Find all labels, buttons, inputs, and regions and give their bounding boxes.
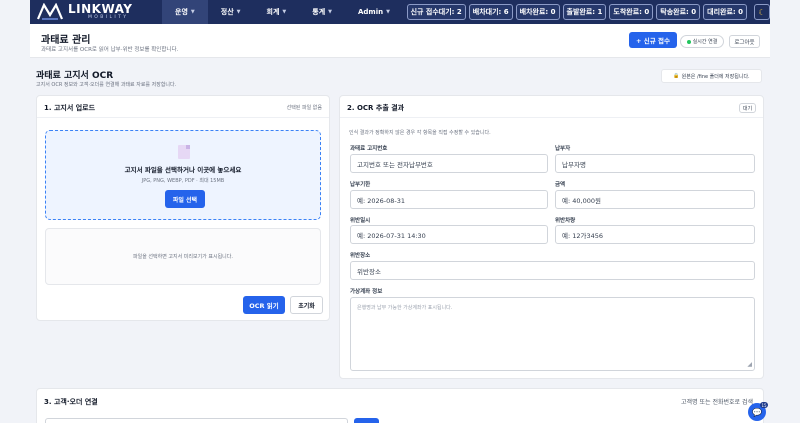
violation-datetime-label: 위반일시 bbox=[350, 218, 371, 224]
choose-file-button[interactable]: 파일 선택 bbox=[165, 190, 205, 208]
counter-new[interactable]: 신규 접수대기: 2 bbox=[406, 4, 466, 20]
link-search-hint: 고객명 또는 전화번호로 검색 bbox=[681, 399, 753, 406]
dropzone-formats: JPG, PNG, WEBP, PDF · 최대 15MB bbox=[141, 178, 225, 184]
ocr-read-button[interactable]: OCR 읽기 bbox=[243, 296, 285, 314]
counter-arrived[interactable]: 도착완료: 0 bbox=[609, 4, 654, 20]
chevron-down-icon: ▼ bbox=[386, 9, 390, 15]
counter-delivery-done[interactable]: 탁송완료: 0 bbox=[656, 4, 701, 20]
chat-icon: 💬 bbox=[752, 407, 762, 417]
lock-icon: 🔒 bbox=[673, 73, 680, 79]
nav-item-statistics[interactable]: 통계 ▼ bbox=[299, 0, 345, 24]
resize-handle-icon[interactable]: ◢ bbox=[747, 361, 752, 368]
ocr-result-card: 2. OCR 추출 결과 대기 인식 결과가 정확하지 않은 경우 각 항목을 … bbox=[339, 95, 764, 379]
amount-input[interactable]: 예: 40,000원 bbox=[555, 190, 755, 209]
section-title: 과태료 고지서 OCR bbox=[36, 71, 114, 81]
nav-item-operations[interactable]: 운영 ▼ bbox=[162, 0, 208, 24]
chevron-down-icon: ▼ bbox=[328, 9, 332, 15]
payer-label: 납부자 bbox=[555, 146, 571, 152]
preview-hint: 파일을 선택하면 고지서 미리보기가 표시됩니다. bbox=[133, 254, 233, 260]
dropzone-title: 고지서 파일을 선택하거나 이곳에 놓으세요 bbox=[124, 166, 242, 174]
nav-item-settlement[interactable]: 정산 ▼ bbox=[208, 0, 254, 24]
main-nav: 운영 ▼ 정산 ▼ 회계 ▼ 통계 ▼ Admin ▼ bbox=[162, 0, 403, 24]
virtual-account-label: 가상계좌 정보 bbox=[350, 289, 383, 295]
notice-no-input[interactable]: 고지번호 또는 전자납부번호 bbox=[350, 154, 548, 173]
notice-no-label: 과태료 고지번호 bbox=[350, 146, 388, 152]
customer-search-input[interactable] bbox=[45, 418, 348, 423]
status-counters: 신규 접수대기: 2 배차대기: 6 배차완료: 0 출발완료: 1 도착완료:… bbox=[406, 4, 747, 20]
top-navbar: LINKWAY MOBILITY 운영 ▼ 정산 ▼ 회계 ▼ 통계 ▼ Admin ▼ … bbox=[30, 0, 770, 24]
preview-area: 파일을 선택하면 고지서 미리보기가 표시됩니다. bbox=[45, 228, 321, 285]
chevron-down-icon: ▼ bbox=[282, 9, 287, 15]
document-icon bbox=[178, 145, 190, 159]
vehicle-input[interactable]: 예: 12가3456 bbox=[555, 225, 755, 244]
save-location-note: 🔒 원본은 /fine 폴더에 저장됩니다. bbox=[661, 69, 762, 83]
ocr-card-title: 2. OCR 추출 결과 bbox=[347, 104, 405, 112]
chevron-down-icon: ▼ bbox=[236, 9, 241, 15]
amount-label: 금액 bbox=[555, 182, 566, 188]
chat-count-badge: 15 bbox=[760, 402, 768, 408]
status-badge: 대기 bbox=[739, 103, 756, 113]
place-input[interactable]: 위반장소 bbox=[350, 261, 755, 280]
customer-order-card: 3. 고객·오더 연결 고객명 또는 전화번호로 검색 bbox=[36, 388, 764, 423]
page-title: 과태료 관리 bbox=[41, 35, 91, 46]
customer-search-button[interactable] bbox=[354, 418, 379, 423]
virtual-account-textarea[interactable]: 은행명과 납부 가능한 가상계좌가 표시됩니다. ◢ bbox=[350, 297, 755, 371]
due-date-label: 납부기한 bbox=[350, 182, 371, 188]
logout-button[interactable]: 로그아웃 bbox=[729, 35, 760, 48]
page-subtitle: 과태료 고지서를 OCR로 읽어 납부·위반 정보를 확인합니다. bbox=[41, 47, 179, 53]
new-intake-button[interactable]: + 신규 접수 bbox=[629, 32, 677, 48]
vehicle-label: 위반차량 bbox=[555, 218, 576, 224]
status-dot-icon bbox=[686, 39, 691, 44]
violation-datetime-input[interactable]: 예: 2026-07-31 14:30 bbox=[350, 225, 548, 244]
upload-card: 1. 고지서 업로드 선택된 파일 없음 고지서 파일을 선택하거나 이곳에 놓… bbox=[36, 95, 330, 321]
counter-departed[interactable]: 출발완료: 1 bbox=[562, 4, 607, 20]
section-subtitle: 고지서 OCR 정보와 고객·오더를 연결해 과태료 자료를 저장합니다. bbox=[36, 82, 177, 88]
brand-sub: MOBILITY bbox=[88, 15, 129, 20]
due-date-input[interactable]: 예: 2026-08-31 bbox=[350, 190, 548, 209]
file-dropzone[interactable]: 고지서 파일을 선택하거나 이곳에 놓으세요 JPG, PNG, WEBP, P… bbox=[45, 130, 321, 220]
nav-item-accounting[interactable]: 회계 ▼ bbox=[254, 0, 300, 24]
moon-icon: ☾ bbox=[758, 7, 766, 17]
logo-mark-icon bbox=[36, 3, 64, 20]
counter-proxy-done[interactable]: 대리완료: 0 bbox=[703, 4, 747, 20]
selected-file-status: 선택된 파일 없음 bbox=[286, 105, 322, 111]
dark-mode-toggle[interactable]: ☾ bbox=[754, 4, 770, 20]
brand-name: LINKWAY bbox=[68, 2, 133, 16]
nav-item-admin[interactable]: Admin ▼ bbox=[345, 0, 403, 24]
upload-card-title: 1. 고지서 업로드 bbox=[44, 104, 96, 112]
live-connection-badge: 실시간 연결 bbox=[680, 35, 724, 48]
chevron-down-icon: ▼ bbox=[190, 9, 195, 15]
reset-button[interactable]: 초기화 bbox=[290, 296, 323, 314]
brand-logo[interactable]: LINKWAY MOBILITY bbox=[30, 0, 156, 24]
payer-input[interactable]: 납부자명 bbox=[555, 154, 755, 173]
counter-dispatch-wait[interactable]: 배차대기: 6 bbox=[468, 4, 513, 20]
link-card-title: 3. 고객·오더 연결 bbox=[44, 398, 98, 406]
ocr-hint: 인식 결과가 정확하지 않은 경우 각 항목을 직접 수정할 수 있습니다. bbox=[349, 130, 491, 136]
counter-dispatch-done[interactable]: 배차완료: 0 bbox=[515, 4, 560, 20]
place-label: 위반장소 bbox=[350, 253, 371, 259]
